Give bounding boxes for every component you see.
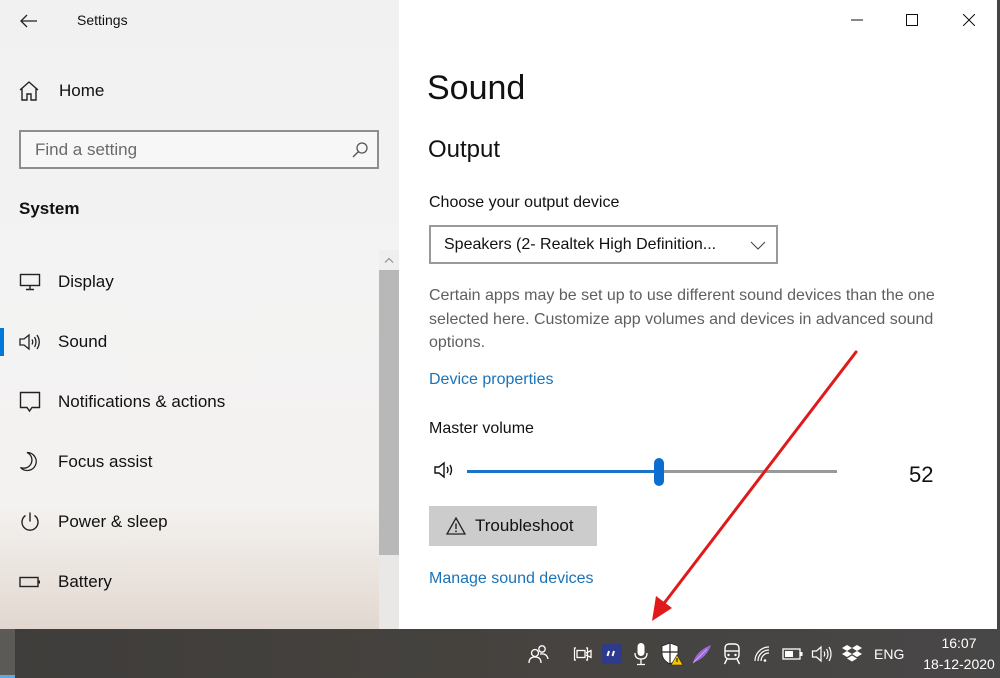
dropbox-button[interactable]: [840, 629, 864, 678]
sound-settings-page: Sound Output Choose your output device S…: [399, 0, 997, 629]
wifi-icon: [754, 645, 770, 662]
moon-icon: [18, 451, 42, 473]
sidebar-item-label: Notifications & actions: [58, 392, 226, 411]
sidebar-scrollbar[interactable]: [379, 250, 399, 629]
sidebar-item-battery[interactable]: Battery: [0, 562, 370, 602]
sidebar-item-power-sleep[interactable]: Power & sleep: [0, 502, 370, 542]
scroll-up-button[interactable]: [379, 250, 399, 270]
active-indicator: [0, 328, 4, 356]
volume-icon: [811, 645, 832, 662]
sidebar-item-label: Display: [58, 272, 114, 291]
meet-now-button[interactable]: [570, 629, 596, 678]
close-icon: [963, 14, 975, 26]
security-button[interactable]: [660, 629, 684, 678]
warning-icon: [446, 517, 466, 535]
search-input[interactable]: [21, 132, 341, 167]
microphone-button[interactable]: [631, 629, 651, 678]
quote-app-button[interactable]: [601, 629, 623, 678]
output-device-dropdown[interactable]: Speakers (2- Realtek High Definition...: [429, 225, 778, 264]
master-volume-slider[interactable]: [467, 458, 837, 486]
battery-icon: [782, 647, 803, 660]
section-title-system: System: [19, 199, 80, 218]
power-icon: [18, 511, 42, 533]
dropbox-icon: [842, 644, 862, 661]
speaker-icon: [18, 331, 42, 353]
maximize-button[interactable]: [889, 0, 935, 40]
volume-tray-button[interactable]: [810, 629, 834, 678]
troubleshoot-label: Troubleshoot: [475, 516, 574, 535]
output-device-label: Choose your output device: [429, 194, 620, 211]
taskbar: ENG 16:07 18-12-2020: [0, 629, 1000, 678]
language-indicator[interactable]: ENG: [874, 646, 904, 662]
people-icon: [528, 644, 549, 663]
home-label: Home: [59, 81, 105, 100]
home-icon: [19, 81, 39, 101]
app-title: Settings: [77, 12, 128, 28]
taskbar-app-button[interactable]: [0, 629, 15, 678]
sidebar-item-label: Sound: [58, 332, 108, 351]
output-description: Certain apps may be set up to use differ…: [429, 287, 935, 351]
output-heading: Output: [428, 136, 501, 163]
output-device-value: Speakers (2- Realtek High Definition...: [444, 236, 717, 253]
feather-app-icon: [692, 644, 711, 663]
search-icon[interactable]: [351, 141, 369, 159]
manage-sound-devices-link[interactable]: Manage sound devices: [429, 570, 594, 588]
battery-button[interactable]: [781, 629, 805, 678]
scroll-thumb[interactable]: [379, 270, 399, 555]
train-icon: [723, 642, 741, 664]
microphone-icon: [634, 642, 648, 665]
slider-fill: [467, 470, 660, 473]
sidebar-item-label: Battery: [58, 572, 112, 591]
sidebar-item-label: Power & sleep: [58, 512, 168, 531]
slider-thumb[interactable]: [654, 458, 665, 486]
sidebar-item-sound[interactable]: Sound: [0, 322, 370, 362]
sidebar-item-label: Focus assist: [58, 452, 153, 471]
wifi-button[interactable]: [752, 629, 774, 678]
people-button[interactable]: [524, 629, 552, 678]
page-title: Sound: [427, 69, 526, 107]
master-volume-label: Master volume: [429, 420, 534, 437]
feather-app-button[interactable]: [690, 629, 714, 678]
minimize-button[interactable]: [834, 0, 880, 40]
sidebar-item-notifications[interactable]: Notifications & actions: [0, 382, 370, 422]
security-warning-icon: [661, 642, 684, 665]
master-volume-value: 52: [909, 462, 934, 487]
volume-icon[interactable]: [433, 460, 457, 480]
chevron-up-icon: [384, 257, 394, 263]
back-arrow-icon: [20, 14, 37, 28]
close-button[interactable]: [946, 0, 992, 40]
clock-date: 18-12-2020: [923, 656, 995, 672]
home-nav[interactable]: Home: [18, 80, 104, 102]
notification-icon: [18, 391, 42, 413]
clock[interactable]: 16:07 18-12-2020: [920, 633, 998, 675]
clock-time: 16:07: [941, 635, 977, 651]
meet-now-icon: [573, 646, 592, 661]
back-button[interactable]: [14, 6, 44, 36]
maximize-icon: [906, 14, 918, 26]
search-box[interactable]: [19, 130, 379, 169]
device-properties-link[interactable]: Device properties: [429, 371, 554, 389]
battery-icon: [18, 571, 42, 593]
monitor-icon: [18, 271, 42, 293]
sidebar-item-focus-assist[interactable]: Focus assist: [0, 442, 370, 482]
settings-sidebar: Settings Home System Display Sound Notif…: [0, 0, 399, 629]
train-button[interactable]: [721, 629, 743, 678]
sidebar-item-display[interactable]: Display: [0, 262, 370, 302]
minimize-icon: [851, 19, 863, 21]
troubleshoot-button[interactable]: Troubleshoot: [429, 506, 597, 546]
chevron-down-icon: [750, 241, 766, 250]
quote-app-icon: [602, 643, 622, 664]
